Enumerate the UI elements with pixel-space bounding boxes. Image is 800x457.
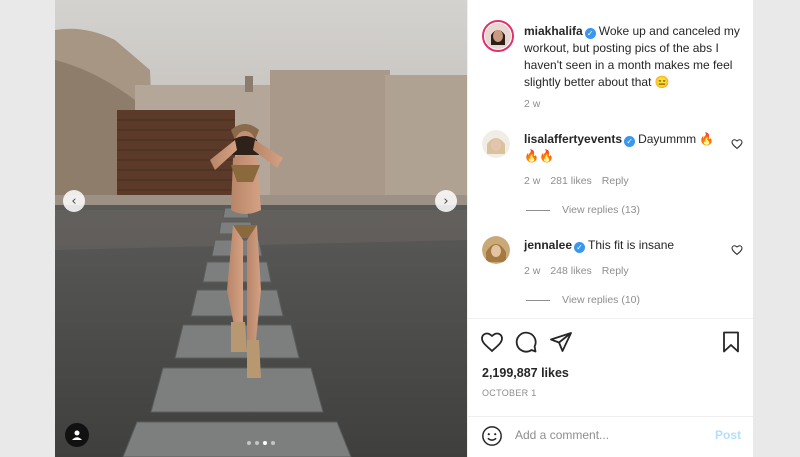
like-count[interactable]: 2,199,887 likes <box>482 366 569 380</box>
post-date: OCTOBER 1 <box>482 388 537 398</box>
add-comment-bar: Post <box>468 418 753 457</box>
verified-badge-icon: ✓ <box>584 28 596 39</box>
post-image[interactable]: ‹ › <box>55 0 467 457</box>
post-comment-button[interactable]: Post <box>715 428 741 442</box>
verified-badge-icon: ✓ <box>624 136 636 147</box>
author-username[interactable]: miakhalifa <box>524 24 583 38</box>
previous-photo-button[interactable]: ‹ <box>63 190 85 212</box>
carousel-dot-active <box>263 441 267 445</box>
comment-body: lisalaffertyevents ✓ Dayummm 🔥🔥🔥 <box>524 131 724 165</box>
author-avatar[interactable] <box>482 20 514 52</box>
next-photo-button[interactable]: › <box>435 190 457 212</box>
view-replies-label: View replies (10) <box>562 294 641 306</box>
bookmark-icon[interactable] <box>719 330 743 354</box>
commenter-avatar[interactable] <box>482 236 510 264</box>
replies-divider <box>526 209 550 211</box>
emoji-icon[interactable] <box>481 425 503 447</box>
comment-text: This fit is insane <box>588 238 675 252</box>
verified-badge-icon: ✓ <box>574 242 586 253</box>
post-caption: miakhalifa ✓ Woke up and canceled my worko… <box>524 23 742 91</box>
replies-divider <box>526 299 550 301</box>
user-tag-icon <box>72 430 82 440</box>
carousel-dot <box>271 441 275 445</box>
section-divider <box>468 416 753 417</box>
view-replies-label: View replies (13) <box>562 204 641 216</box>
heart-icon[interactable] <box>480 330 504 354</box>
post-photo <box>55 0 467 457</box>
carousel-dot <box>247 441 251 445</box>
comment-time: 2 w <box>524 265 541 277</box>
comment-input[interactable] <box>515 428 705 442</box>
comment-like-heart-icon[interactable] <box>731 138 743 150</box>
chevron-left-icon: ‹ <box>71 193 77 209</box>
commenter-avatar[interactable] <box>482 130 510 158</box>
comment-icon[interactable] <box>514 330 538 354</box>
chevron-right-icon: › <box>443 193 449 209</box>
comment-like-count[interactable]: 281 likes <box>550 175 591 187</box>
reply-button[interactable]: Reply <box>602 265 629 277</box>
commenter-avatar-image <box>482 236 510 264</box>
comment-username[interactable]: jennalee <box>524 238 572 252</box>
view-replies-button[interactable]: View replies (13) <box>526 204 640 216</box>
commenter-avatar-image <box>482 130 510 158</box>
comment-meta: 2 w 281 likes Reply <box>524 175 639 187</box>
caption-time: 2 w <box>524 98 541 110</box>
comment-body: jennalee ✓ This fit is insane <box>524 237 724 254</box>
comment-meta: 2 w 248 likes Reply <box>524 265 639 277</box>
view-replies-button[interactable]: View replies (10) <box>526 294 640 306</box>
reply-button[interactable]: Reply <box>602 175 629 187</box>
carousel-indicator <box>247 441 275 445</box>
comment-username[interactable]: lisalaffertyevents <box>524 132 622 146</box>
tagged-users-button[interactable] <box>65 423 89 447</box>
comment-time: 2 w <box>524 175 541 187</box>
carousel-dot <box>255 441 259 445</box>
post-details-panel: miakhalifa ✓ Woke up and canceled my worko… <box>467 0 753 457</box>
author-avatar-image <box>485 23 511 49</box>
comment-like-heart-icon[interactable] <box>731 244 743 256</box>
comment-like-count[interactable]: 248 likes <box>550 265 591 277</box>
section-divider <box>468 318 753 319</box>
share-icon[interactable] <box>549 330 573 354</box>
